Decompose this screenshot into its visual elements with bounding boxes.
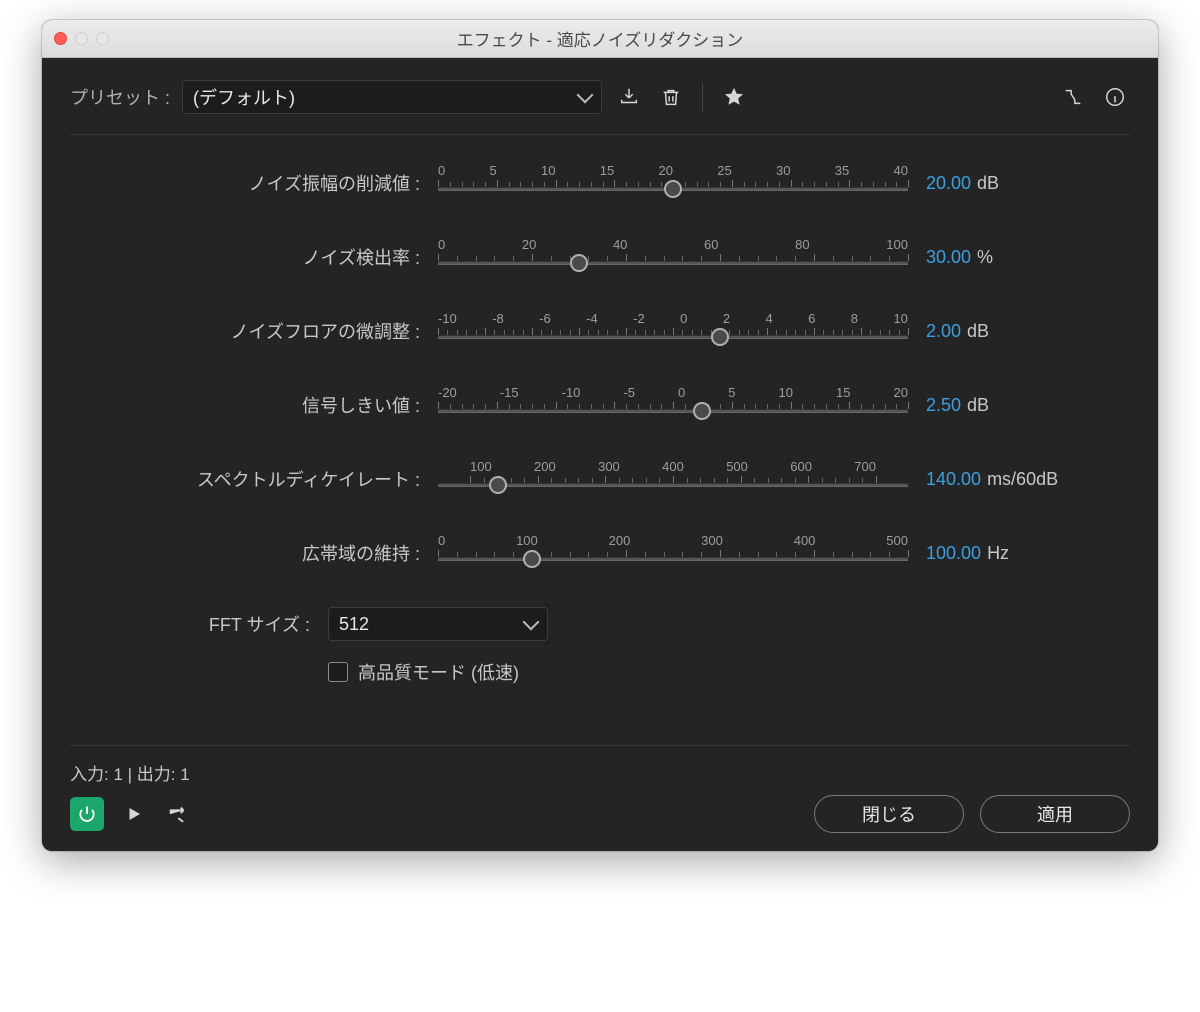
slider-threshold[interactable]: -20-15-10-505101520 <box>438 385 908 425</box>
preset-select[interactable]: (デフォルト) <box>182 80 602 114</box>
close-button[interactable]: 閉じる <box>814 795 964 833</box>
zoom-window-icon[interactable] <box>96 32 109 45</box>
window-title: エフェクト - 適応ノイズリダクション <box>42 26 1158 51</box>
slider-reduce[interactable]: 0510152025303540 <box>438 163 908 203</box>
param-value-noisiness[interactable]: 30.00 <box>926 247 971 268</box>
chevron-down-icon <box>577 87 594 104</box>
effect-window: エフェクト - 適応ノイズリダクション プリセット : (デフォルト) <box>42 20 1158 851</box>
hq-mode-label: 高品質モード (低速) <box>358 659 519 685</box>
io-status: 入力: 1 | 出力: 1 <box>70 760 1130 785</box>
slider-knob-decay[interactable] <box>489 476 507 494</box>
slider-noisiness[interactable]: 020406080100 <box>438 237 908 277</box>
param-threshold: 信号しきい値 : -20-15-10-505101520 2.50 dB <box>140 385 1120 425</box>
param-label-reduce: ノイズ振幅の削減値 : <box>140 170 420 196</box>
fft-size-select[interactable]: 512 <box>328 607 548 641</box>
param-label-finetune: ノイズフロアの微調整 : <box>140 318 420 344</box>
slider-knob-finetune[interactable] <box>711 328 729 346</box>
param-unit-finetune: dB <box>967 321 989 342</box>
chevron-down-icon <box>523 614 540 631</box>
info-icon[interactable] <box>1100 82 1130 112</box>
param-decay: スペクトルディケイレート : 100200300400500600700 140.0… <box>140 459 1120 499</box>
power-toggle[interactable] <box>70 797 104 831</box>
param-unit-threshold: dB <box>967 395 989 416</box>
param-label-decay: スペクトルディケイレート : <box>140 466 420 492</box>
param-unit-reduce: dB <box>977 173 999 194</box>
param-noisiness: ノイズ検出率 : 020406080100 30.00% <box>140 237 1120 277</box>
param-finetune: ノイズフロアの微調整 : -10-8-6-4-20246810 2.00 dB <box>140 311 1120 351</box>
slider-decay[interactable]: 100200300400500600700 <box>438 459 908 499</box>
param-value-decay[interactable]: 140.00 <box>926 469 981 490</box>
param-value-finetune[interactable]: 2.00 <box>926 321 961 342</box>
apply-button[interactable]: 適用 <box>980 795 1130 833</box>
param-unit-noisiness: % <box>977 247 993 268</box>
param-value-broadband[interactable]: 100.00 <box>926 543 981 564</box>
play-button[interactable] <box>120 800 148 828</box>
slider-broadband[interactable]: 0100200300400500 <box>438 533 908 573</box>
slider-knob-threshold[interactable] <box>693 402 711 420</box>
loop-button[interactable] <box>164 800 192 828</box>
param-value-reduce[interactable]: 20.00 <box>926 173 971 194</box>
param-unit-broadband: Hz <box>987 543 1009 564</box>
preset-label: プリセット : <box>70 84 170 110</box>
save-preset-icon[interactable] <box>614 82 644 112</box>
param-label-threshold: 信号しきい値 : <box>140 392 420 418</box>
separator <box>702 83 703 111</box>
slider-knob-reduce[interactable] <box>664 180 682 198</box>
param-unit-decay: ms/60dB <box>987 469 1058 490</box>
param-value-threshold[interactable]: 2.50 <box>926 395 961 416</box>
slider-knob-broadband[interactable] <box>523 550 541 568</box>
param-reduce: ノイズ振幅の削減値 : 0510152025303540 20.00 dB <box>140 163 1120 203</box>
preset-value: (デフォルト) <box>193 84 295 110</box>
hq-mode-checkbox[interactable] <box>328 662 348 682</box>
fft-size-label: FFT サイズ : <box>140 611 310 637</box>
favorite-icon[interactable] <box>719 82 749 112</box>
route-icon[interactable] <box>1058 82 1088 112</box>
param-label-broadband: 広帯域の維持 : <box>140 540 420 566</box>
param-broadband: 広帯域の維持 : 0100200300400500 100.00 Hz <box>140 533 1120 573</box>
window-controls <box>54 32 109 45</box>
minimize-window-icon[interactable] <box>75 32 88 45</box>
fft-size-value: 512 <box>339 614 369 635</box>
param-label-noisiness: ノイズ検出率 : <box>140 244 420 270</box>
slider-knob-noisiness[interactable] <box>570 254 588 272</box>
titlebar: エフェクト - 適応ノイズリダクション <box>42 20 1158 58</box>
slider-finetune[interactable]: -10-8-6-4-20246810 <box>438 311 908 351</box>
close-window-icon[interactable] <box>54 32 67 45</box>
delete-preset-icon[interactable] <box>656 82 686 112</box>
